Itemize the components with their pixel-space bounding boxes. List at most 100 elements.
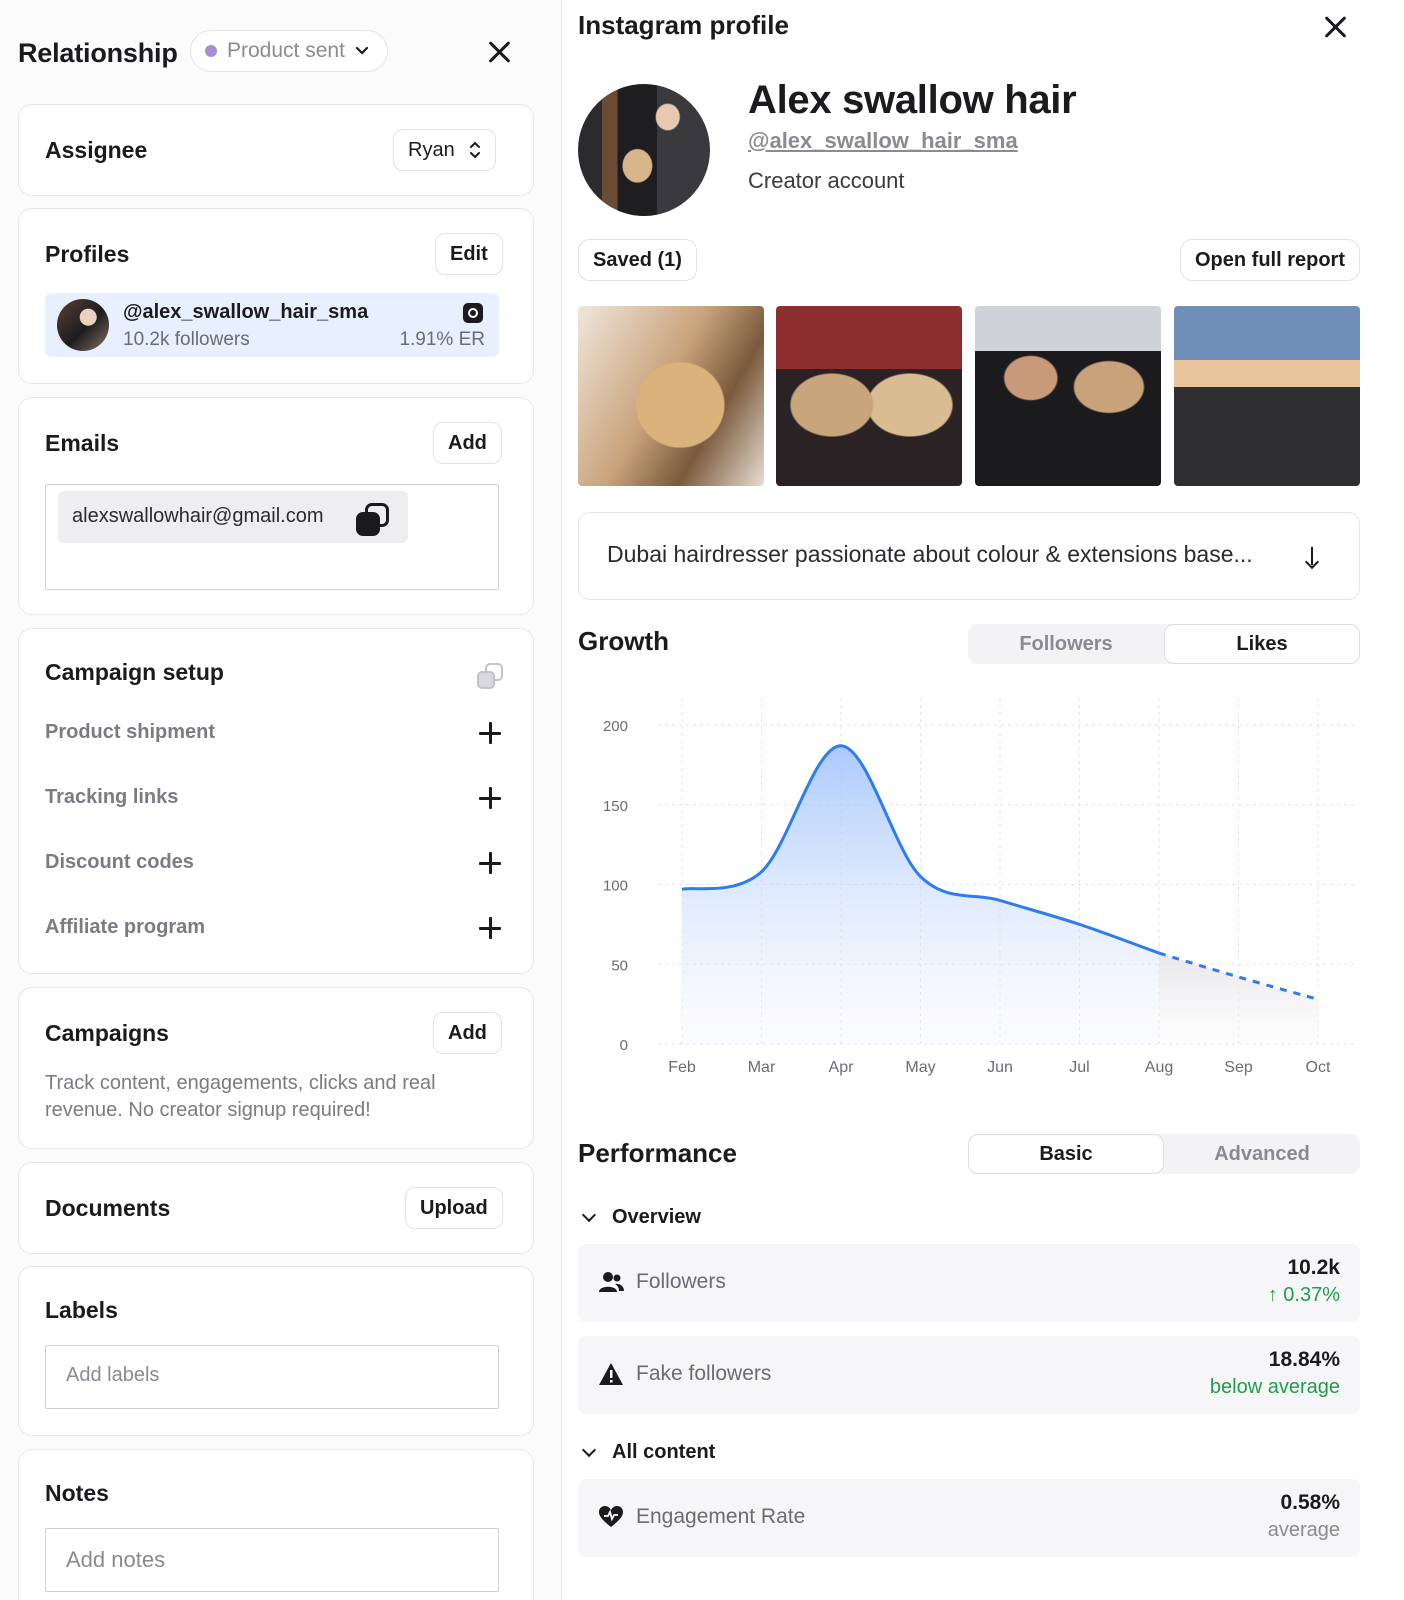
metric-followers: Followers 10.2k ↑ 0.37% bbox=[578, 1244, 1360, 1322]
metric-label: Engagement Rate bbox=[636, 1505, 806, 1528]
y-tick-label: 0 bbox=[620, 1037, 628, 1054]
profiles-title: Profiles bbox=[45, 241, 130, 267]
all-content-toggle[interactable]: All content bbox=[581, 1441, 716, 1464]
metric-fake-followers: Fake followers 18.84% below average bbox=[578, 1336, 1360, 1414]
setup-item-tracking-links[interactable]: Tracking links bbox=[45, 786, 178, 809]
tab-followers[interactable]: Followers bbox=[968, 624, 1164, 664]
chevron-down-icon bbox=[581, 1207, 597, 1222]
close-icon[interactable] bbox=[1320, 12, 1350, 42]
performance-tabs: Basic Advanced bbox=[968, 1134, 1360, 1174]
email-field[interactable]: alexswallowhair@gmail.com bbox=[45, 484, 499, 590]
relationship-header: Relationship Product sent bbox=[18, 30, 538, 74]
documents-card: Documents Upload bbox=[18, 1162, 534, 1254]
x-tick-label: Oct bbox=[1306, 1059, 1331, 1076]
bio-text: Dubai hairdresser passionate about colou… bbox=[607, 541, 1253, 567]
campaigns-description: Track content, engagements, clicks and r… bbox=[45, 1072, 436, 1121]
warning-icon bbox=[599, 1363, 623, 1385]
y-tick-label: 50 bbox=[611, 957, 628, 974]
status-dot bbox=[205, 45, 217, 57]
campaigns-card: Campaigns Add Track content, engagements… bbox=[18, 987, 534, 1149]
y-tick-label: 200 bbox=[603, 718, 628, 735]
performance-title: Performance bbox=[578, 1138, 737, 1168]
profile-avatar bbox=[578, 84, 710, 216]
account-type: Creator account bbox=[748, 168, 905, 193]
post-thumbnail[interactable] bbox=[578, 306, 764, 486]
plus-icon[interactable] bbox=[479, 787, 501, 809]
open-full-report-button[interactable]: Open full report bbox=[1180, 239, 1360, 281]
bio-expander[interactable]: Dubai hairdresser passionate about colou… bbox=[578, 512, 1360, 600]
post-thumbnail[interactable] bbox=[975, 306, 1161, 486]
metric-change: ↑ 0.37% bbox=[1267, 1284, 1340, 1306]
profiles-card: Profiles Edit @alex_swallow_hair_sma 10.… bbox=[18, 208, 534, 384]
status-dropdown[interactable]: Product sent bbox=[190, 30, 388, 72]
profile-followers: 10.2k followers bbox=[123, 329, 250, 350]
plus-icon[interactable] bbox=[479, 917, 501, 939]
copy-icon[interactable] bbox=[477, 663, 503, 689]
profile-name: Alex swallow hair bbox=[748, 78, 1077, 122]
growth-chart: 0 50 100 150 200 Feb Mar Apr May Jun Jul Aug Sep Oct bbox=[603, 698, 1358, 1076]
all-content-label: All content bbox=[612, 1441, 716, 1463]
heart-icon bbox=[599, 1506, 623, 1527]
metric-comparison: below average bbox=[1209, 1376, 1340, 1398]
overview-label: Overview bbox=[612, 1206, 701, 1228]
profile-handle-link[interactable]: @alex_swallow_hair_sma bbox=[748, 128, 1018, 154]
avatar bbox=[57, 299, 109, 351]
setup-item-discount-codes[interactable]: Discount codes bbox=[45, 851, 194, 874]
upload-document-button[interactable]: Upload bbox=[405, 1187, 503, 1229]
x-tick-label: Aug bbox=[1145, 1059, 1173, 1076]
close-icon[interactable] bbox=[484, 37, 514, 67]
metric-value: 18.84% bbox=[1268, 1348, 1340, 1371]
x-tick-label: Sep bbox=[1224, 1059, 1253, 1076]
users-icon bbox=[599, 1272, 624, 1292]
copy-icon[interactable] bbox=[356, 503, 389, 536]
profile-handle: @alex_swallow_hair_sma bbox=[123, 301, 369, 323]
tab-basic[interactable]: Basic bbox=[968, 1134, 1164, 1174]
assignee-select[interactable]: Ryan bbox=[393, 129, 496, 171]
profile-er: 1.91% ER bbox=[399, 329, 485, 350]
add-campaign-button[interactable]: Add bbox=[433, 1012, 502, 1054]
panel-title: Instagram profile bbox=[578, 10, 789, 40]
setup-item-product-shipment[interactable]: Product shipment bbox=[45, 721, 215, 744]
overview-toggle[interactable]: Overview bbox=[581, 1206, 701, 1229]
metric-label: Followers bbox=[636, 1270, 726, 1293]
post-thumbnail[interactable] bbox=[1174, 306, 1360, 486]
campaign-setup-title: Campaign setup bbox=[45, 659, 224, 685]
profile-row[interactable]: @alex_swallow_hair_sma 10.2k followers 1… bbox=[45, 293, 499, 357]
emails-title: Emails bbox=[45, 430, 120, 456]
tab-likes[interactable]: Likes bbox=[1164, 624, 1360, 664]
arrow-down-icon bbox=[1305, 547, 1319, 567]
post-thumbnail[interactable] bbox=[776, 306, 962, 486]
saved-button[interactable]: Saved (1) bbox=[578, 239, 697, 281]
relationship-panel: Relationship Product sent Assignee Ryan … bbox=[0, 0, 562, 1600]
plus-icon[interactable] bbox=[479, 852, 501, 874]
growth-title: Growth bbox=[578, 626, 669, 656]
campaign-setup-card: Campaign setup Product shipment Tracking… bbox=[18, 628, 534, 974]
labels-title: Labels bbox=[45, 1297, 118, 1323]
x-tick-label: Jul bbox=[1069, 1059, 1089, 1076]
metric-label: Fake followers bbox=[636, 1362, 772, 1385]
instagram-icon bbox=[463, 303, 483, 323]
instagram-profile-panel: Instagram profile Alex swallow hair @ale… bbox=[578, 0, 1404, 1600]
documents-title: Documents bbox=[45, 1195, 171, 1221]
labels-input[interactable]: Add labels bbox=[45, 1345, 499, 1409]
x-tick-label: Feb bbox=[668, 1059, 696, 1076]
chevron-down-icon bbox=[581, 1442, 597, 1457]
metric-comparison: average bbox=[1267, 1519, 1340, 1541]
assignee-card: Assignee Ryan bbox=[18, 104, 534, 196]
notes-input[interactable]: Add notes bbox=[45, 1528, 499, 1592]
assignee-title: Assignee bbox=[45, 137, 148, 163]
add-email-button[interactable]: Add bbox=[433, 422, 502, 464]
notes-card: Notes Add notes bbox=[18, 1449, 534, 1600]
x-tick-label: Apr bbox=[829, 1059, 855, 1076]
campaigns-title: Campaigns bbox=[45, 1020, 169, 1046]
status-label: Product sent bbox=[227, 39, 345, 62]
metric-engagement-rate: Engagement Rate 0.58% average bbox=[578, 1479, 1360, 1557]
metric-value: 0.58% bbox=[1280, 1491, 1340, 1514]
tab-advanced[interactable]: Advanced bbox=[1164, 1134, 1360, 1174]
edit-profiles-button[interactable]: Edit bbox=[435, 233, 503, 275]
setup-item-affiliate-program[interactable]: Affiliate program bbox=[45, 916, 205, 939]
plus-icon[interactable] bbox=[479, 722, 501, 744]
growth-tabs: Followers Likes bbox=[968, 624, 1360, 664]
y-tick-label: 100 bbox=[603, 878, 628, 895]
emails-card: Emails Add alexswallowhair@gmail.com bbox=[18, 397, 534, 615]
